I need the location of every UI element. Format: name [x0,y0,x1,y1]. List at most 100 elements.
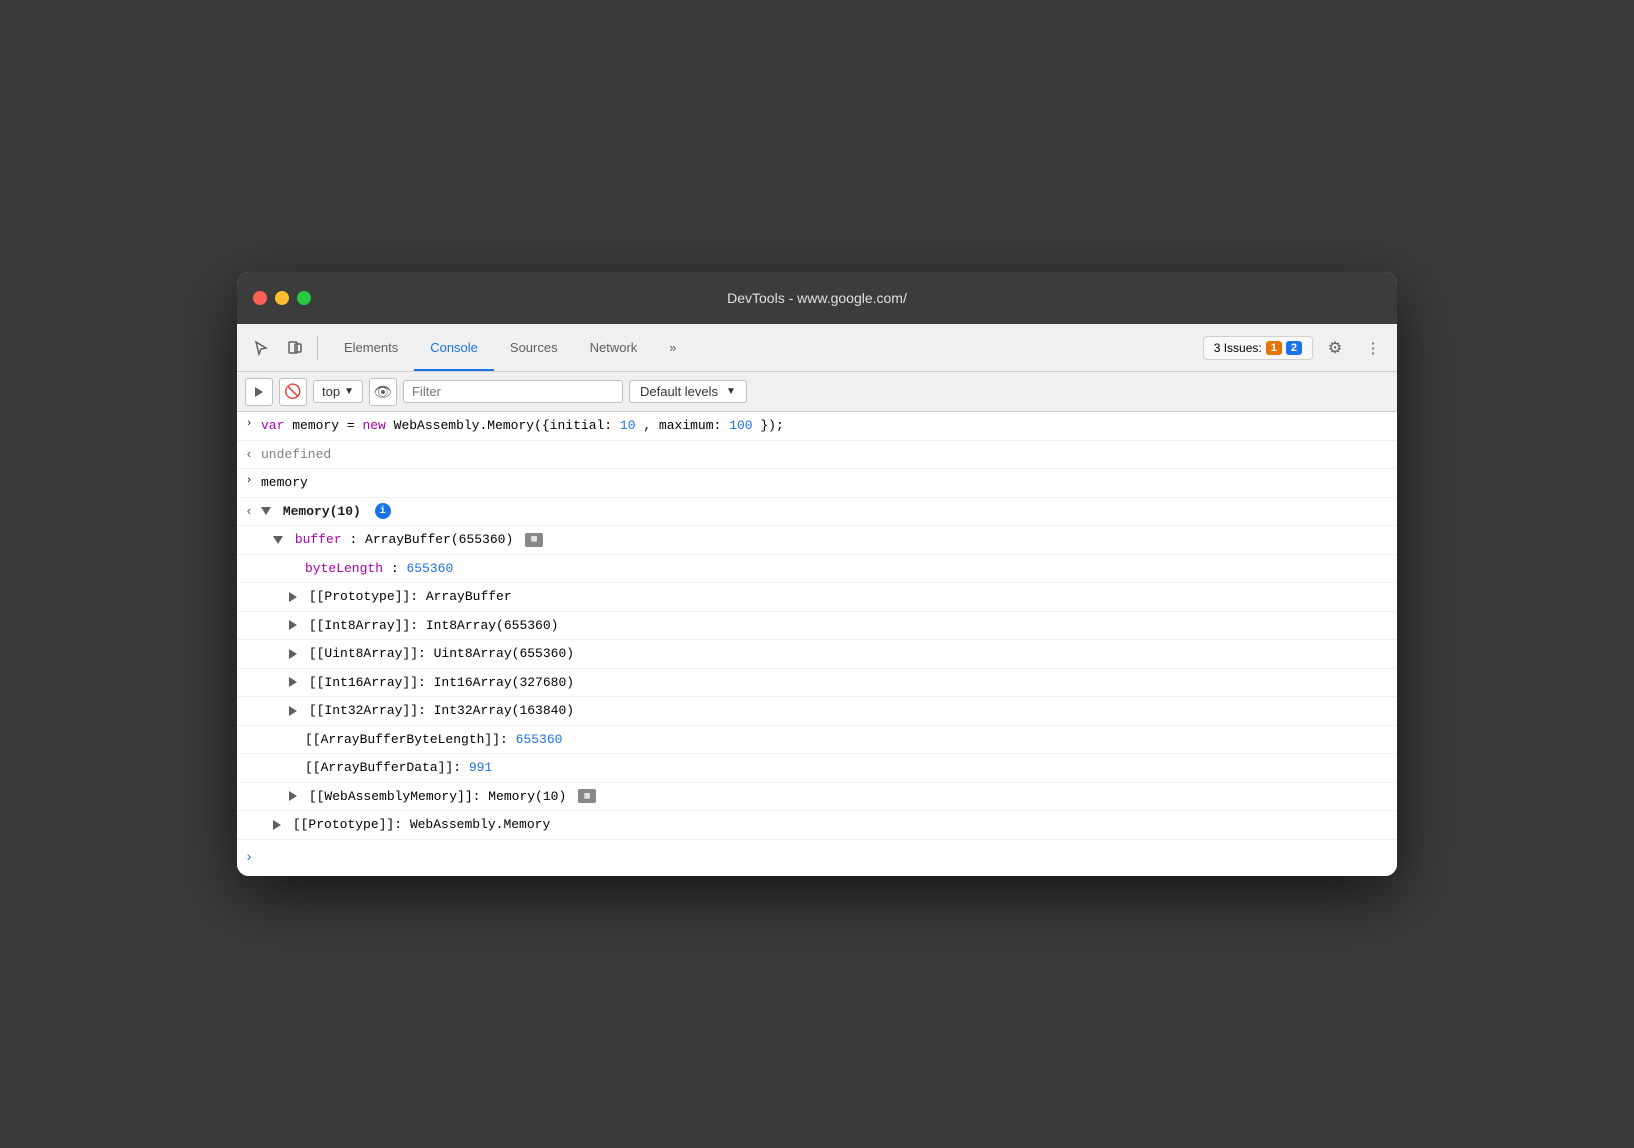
gear-icon: ⚙ [1328,338,1342,358]
number-initial: 10 [620,418,636,433]
undefined-value: undefined [261,447,331,462]
entry-content-int8: [[Int8Array]]: Int8Array(655360) [289,616,1389,636]
entry-content-int16: [[Int16Array]]: Int16Array(327680) [289,673,1389,693]
tab-bar: Elements Console Sources Network » [324,324,1201,371]
output-arrow: ‹ [237,445,261,462]
entry-content-buffer: buffer : ArrayBuffer(655360) ▦ [273,530,1389,550]
context-selector[interactable]: top ▼ [313,380,363,403]
filter-input[interactable] [403,380,623,403]
more-options-button[interactable]: ⋮ [1357,332,1389,364]
bytelength-value: 655360 [406,561,453,576]
tab-console[interactable]: Console [414,324,494,371]
console-toolbar: 🚫 top ▼ 👁 Default levels ▼ [237,372,1397,412]
traffic-lights [253,291,311,305]
close-button[interactable] [253,291,267,305]
entry-proto-arraybuffer: [[Prototype]]: ArrayBuffer [237,583,1397,612]
bytelength-name: byteLength [305,561,383,576]
play-icon [253,386,265,398]
expand-int32-icon[interactable] [289,706,297,716]
entry-content-ab-bytelength: [[ArrayBufferByteLength]]: 655360 [305,730,1389,750]
info-count: 2 [1286,341,1302,355]
collapse-icon[interactable] [261,507,271,515]
entry-wasm-memory: [[WebAssemblyMemory]]: Memory(10) ▦ [237,783,1397,812]
expand-int8-icon[interactable] [289,620,297,630]
console-entry-undefined: ‹ undefined [237,441,1397,470]
collapse-buffer-icon[interactable] [273,536,283,544]
entry-content-memory-obj: Memory(10) i [261,502,1389,522]
entry-content-int32: [[Int32Array]]: Int32Array(163840) [289,701,1389,721]
issues-badge[interactable]: 3 Issues: 1 2 [1203,336,1313,360]
entry-content-memory: memory [261,473,1389,493]
number-maximum: 100 [729,418,752,433]
run-snippet-button[interactable] [245,378,273,406]
back-arrow: ‹ [237,502,261,519]
entry-content-undefined: undefined [261,445,1389,465]
expand-int16-icon[interactable] [289,677,297,687]
prompt-input-area[interactable] [261,848,1389,868]
entry-ab-bytelength: [[ArrayBufferByteLength]]: 655360 [237,726,1397,755]
tab-more[interactable]: » [653,324,692,371]
device-icon [287,340,303,356]
clear-console-button[interactable]: 🚫 [279,378,307,406]
toolbar-right: 3 Issues: 1 2 ⚙ ⋮ [1203,332,1389,364]
entry-content-bytelength: byteLength : 655360 [305,559,1389,579]
expand-arrow-memory[interactable]: › [237,473,261,487]
console-prompt[interactable]: › [237,840,1397,876]
expand-uint8-icon[interactable] [289,649,297,659]
entry-uint8array: [[Uint8Array]]: Uint8Array(655360) [237,640,1397,669]
entry-content-uint8: [[Uint8Array]]: Uint8Array(655360) [289,644,1389,664]
more-dots-icon: ⋮ [1366,339,1381,357]
tab-network[interactable]: Network [574,324,654,371]
wasm-buffer-icon: ▦ [578,789,596,803]
entry-buffer: buffer : ArrayBuffer(655360) ▦ [237,526,1397,555]
main-toolbar: Elements Console Sources Network » 3 Iss… [237,324,1397,372]
entry-int8array: [[Int8Array]]: Int8Array(655360) [237,612,1397,641]
toolbar-divider [317,336,318,360]
console-content: › var memory = new WebAssembly.Memory({i… [237,412,1397,876]
keyword-var: var [261,418,284,433]
context-label: top [322,384,340,399]
entry-content-command: var memory = new WebAssembly.Memory({ini… [261,416,1389,436]
tab-sources[interactable]: Sources [494,324,574,371]
keyword-new: new [362,418,385,433]
window-title: DevTools - www.google.com/ [727,290,907,306]
block-icon: 🚫 [284,383,301,400]
eye-icon: 👁 [373,383,392,401]
devtools-window: DevTools - www.google.com/ Elements [237,272,1397,876]
log-level-selector[interactable]: Default levels ▼ [629,380,747,403]
eye-button[interactable]: 👁 [369,378,397,406]
entry-bytelength: byteLength : 655360 [237,555,1397,584]
console-entry-memory: › memory [237,469,1397,498]
input-arrow[interactable]: › [237,416,261,430]
entry-proto-wasm: [[Prototype]]: WebAssembly.Memory [237,811,1397,840]
entry-content-proto-wasm: [[Prototype]]: WebAssembly.Memory [273,815,1389,835]
entry-int16array: [[Int16Array]]: Int16Array(327680) [237,669,1397,698]
info-icon[interactable]: i [375,503,391,519]
devtools-body: Elements Console Sources Network » 3 Iss… [237,324,1397,876]
buffer-icon: ▦ [525,533,543,547]
maximize-button[interactable] [297,291,311,305]
issues-label: 3 Issues: [1214,341,1262,355]
ab-data-value: 991 [469,760,492,775]
ab-bytelength-value: 655360 [516,732,563,747]
titlebar: DevTools - www.google.com/ [237,272,1397,324]
cursor-icon-button[interactable] [245,332,277,364]
buffer-prop-name: buffer [295,532,342,547]
entry-content-wasm-memory: [[WebAssemblyMemory]]: Memory(10) ▦ [289,787,1389,807]
expand-wasm-icon[interactable] [289,791,297,801]
device-toggle-button[interactable] [279,332,311,364]
settings-button[interactable]: ⚙ [1319,332,1351,364]
memory-obj-name: Memory(10) [283,504,361,519]
entry-ab-data: [[ArrayBufferData]]: 991 [237,754,1397,783]
expand-proto-ab-icon[interactable] [289,592,297,602]
chevron-down-icon-2: ▼ [726,386,736,397]
expand-proto-wasm-icon[interactable] [273,820,281,830]
chevron-down-icon: ▼ [344,386,354,397]
minimize-button[interactable] [275,291,289,305]
warning-count: 1 [1266,341,1282,355]
entry-content-proto-ab: [[Prototype]]: ArrayBuffer [289,587,1389,607]
console-entry-input: › var memory = new WebAssembly.Memory({i… [237,412,1397,441]
tab-elements[interactable]: Elements [328,324,414,371]
entry-int32array: [[Int32Array]]: Int32Array(163840) [237,697,1397,726]
console-entry-memory-obj: ‹ Memory(10) i [237,498,1397,527]
